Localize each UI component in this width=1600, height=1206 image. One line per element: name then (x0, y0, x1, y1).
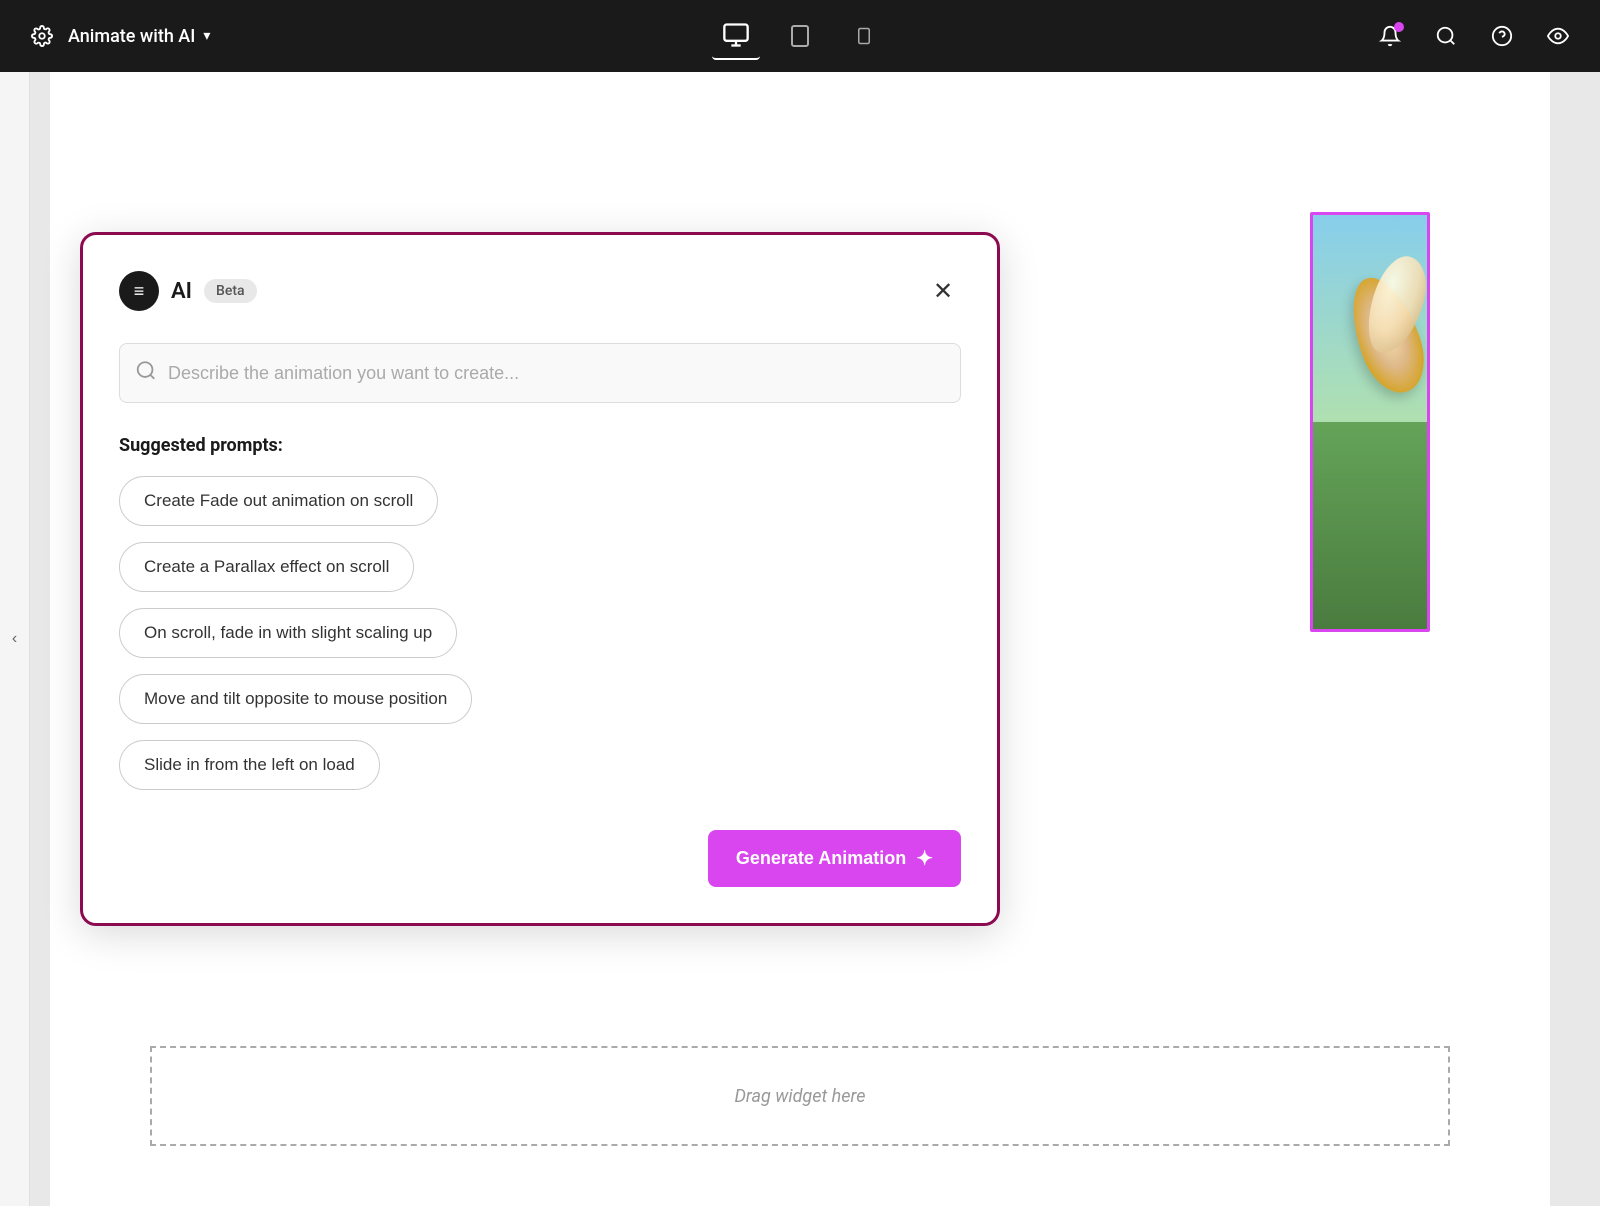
modal-header: ≡ AI Beta ✕ (119, 271, 961, 311)
drop-zone: Drag widget here (150, 1046, 1450, 1146)
toolbar-center (712, 12, 888, 60)
beta-badge: Beta (204, 279, 257, 303)
mobile-view-button[interactable] (840, 12, 888, 60)
animation-search-input[interactable] (119, 343, 961, 403)
left-panel-edge: ‹ (0, 72, 30, 1206)
notification-dot (1394, 22, 1404, 32)
ai-animation-modal: ≡ AI Beta ✕ (80, 232, 1000, 926)
preview-button[interactable] (1540, 18, 1576, 54)
desktop-view-button[interactable] (712, 12, 760, 60)
close-icon: ✕ (933, 277, 953, 306)
prompt-button-3[interactable]: On scroll, fade in with slight scaling u… (119, 608, 457, 658)
prompts-section: Suggested prompts: Create Fade out anima… (119, 435, 961, 790)
prompt-button-4[interactable]: Move and tilt opposite to mouse position (119, 674, 472, 724)
image-thumbnail (1310, 212, 1430, 632)
settings-button[interactable] (24, 18, 60, 54)
toolbar: Animate with AI ▾ (0, 0, 1600, 72)
prompt-button-2[interactable]: Create a Parallax effect on scroll (119, 542, 414, 592)
generate-animation-button[interactable]: Generate Animation ✦ (708, 830, 961, 887)
panel-toggle-button[interactable]: ‹ (12, 630, 17, 648)
drop-zone-text: Drag widget here (734, 1086, 865, 1107)
elementor-logo: ≡ (119, 271, 159, 311)
generate-button-label: Generate Animation (736, 848, 906, 869)
toolbar-left: Animate with AI ▾ (24, 18, 224, 54)
canvas-area: ‹ Drag widget here (0, 72, 1600, 1206)
search-container (119, 343, 961, 403)
toolbar-title: Animate with AI (68, 26, 195, 47)
tablet-view-button[interactable] (776, 12, 824, 60)
modal-header-left: ≡ AI Beta (119, 271, 257, 311)
toolbar-right (1372, 18, 1576, 54)
prompts-title: Suggested prompts: (119, 435, 961, 456)
modal-footer: Generate Animation ✦ (119, 830, 961, 887)
canvas-inner: ‹ Drag widget here (0, 72, 1600, 1206)
logo-symbol: ≡ (134, 281, 145, 302)
prompts-list: Create Fade out animation on scroll Crea… (119, 476, 961, 790)
search-button[interactable] (1428, 18, 1464, 54)
prompt-button-5[interactable]: Slide in from the left on load (119, 740, 380, 790)
modal-close-button[interactable]: ✕ (925, 273, 961, 309)
help-button[interactable] (1484, 18, 1520, 54)
sparkle-icon: ✦ (916, 846, 933, 871)
chevron-down-icon: ▾ (203, 28, 210, 44)
prompt-button-1[interactable]: Create Fade out animation on scroll (119, 476, 438, 526)
ai-label: AI (171, 279, 192, 304)
search-icon (135, 360, 157, 387)
image-thumbnail-inner (1313, 215, 1427, 629)
notifications-button[interactable] (1372, 18, 1408, 54)
